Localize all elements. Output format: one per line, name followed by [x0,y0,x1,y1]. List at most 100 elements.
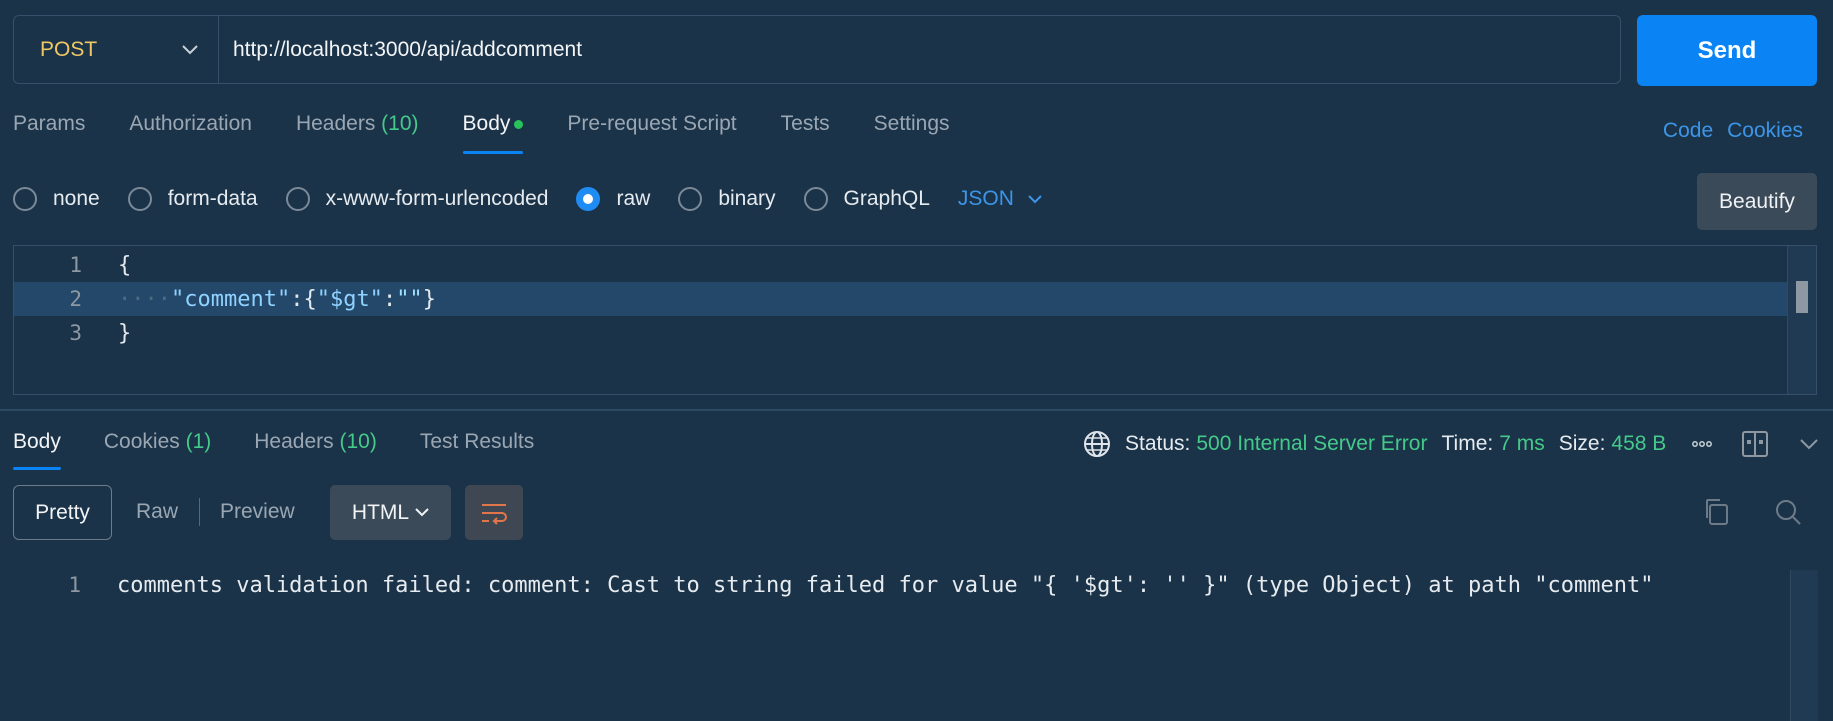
tab-authorization[interactable]: Authorization [129,112,252,154]
tab-headers[interactable]: Headers (10) [296,112,419,154]
tab-label: Authorization [129,112,252,135]
code-text: ····"comment":{"$gt":""} [118,287,436,312]
tab-tests[interactable]: Tests [781,112,830,154]
format-label: HTML [351,500,410,524]
pane-divider[interactable] [0,409,1833,411]
request-body-editor[interactable]: 1 { 2 ····"comment":{"$gt":""} 3 } [13,245,1817,395]
request-url-bar: POST http://localhost:3000/api/addcommen… [13,15,1621,84]
copy-icon[interactable] [1703,498,1729,526]
tab-params[interactable]: Params [13,112,85,154]
method-select[interactable]: POST [14,16,219,83]
editor-line: 3 } [14,316,1789,350]
tab-label: Test Results [419,430,535,453]
response-tab-headers[interactable]: Headers (10) [254,430,377,470]
wrap-lines-button[interactable] [465,485,523,540]
view-preview-button[interactable]: Preview [220,500,295,524]
radio-none[interactable]: none [13,187,100,211]
code-link[interactable]: Code [1663,119,1713,143]
code-text: } [118,320,132,346]
response-format-select[interactable]: HTML [330,485,451,540]
line-number: 1 [68,573,81,597]
chevron-down-icon [1028,194,1042,203]
json-key: "$gt" [316,286,383,312]
editor-line: 1 { [14,248,1789,282]
response-scrollbar[interactable] [1790,570,1818,721]
radio-label: form-data [167,187,258,210]
response-tabs: Body Cookies (1) Headers (10) Test Resul… [13,430,577,470]
size-value[interactable]: 458 B [1611,432,1666,456]
tab-pre-request-script[interactable]: Pre-request Script [567,112,736,154]
json-punct: } [422,286,436,312]
collapse-chevron-icon[interactable] [1800,438,1819,450]
radio-label: x-www-form-urlencoded [325,187,549,210]
radio-label: none [53,187,100,210]
response-tab-test-results[interactable]: Test Results [420,430,534,470]
radio-circle-icon [127,187,152,211]
editor-scrollbar[interactable] [1787,246,1816,394]
status-value[interactable]: 500 Internal Server Error [1196,432,1427,456]
tab-label: Settings [873,112,950,135]
beautify-button[interactable]: Beautify [1697,173,1817,230]
tab-label: Headers [254,430,334,453]
radio-raw[interactable]: raw [576,187,650,211]
line-number: 2 [69,287,82,311]
json-punct: :{ [290,286,317,312]
code-text: { [118,252,132,278]
globe-icon[interactable] [1083,430,1111,458]
view-divider [199,498,200,526]
tab-label: Tests [780,112,830,135]
response-status-bar: Status: 500 Internal Server Error Time: … [1083,430,1819,458]
radio-selected-icon [576,187,601,211]
radio-form-data[interactable]: form-data [127,187,258,211]
size-label: Size: [1558,432,1606,455]
json-key: "comment" [170,286,291,312]
view-pretty-button[interactable]: Pretty [13,485,112,540]
view-raw-button[interactable]: Raw [136,500,178,524]
time-value[interactable]: 7 ms [1499,432,1545,456]
modified-dot-icon [514,119,524,129]
right-links: Code Cookies [1663,119,1803,143]
tab-count: (10) [339,430,377,453]
url-input[interactable]: http://localhost:3000/api/addcomment [219,38,582,62]
json-value: "" [396,286,423,312]
format-label: JSON [957,187,1014,210]
radio-circle-icon [803,187,828,211]
radio-label: GraphQL [843,187,930,210]
search-icon[interactable] [1774,498,1802,526]
scrollbar-thumb[interactable] [1796,281,1808,313]
json-punct: : [382,286,397,312]
editor-line-active: 2 ····"comment":{"$gt":""} [14,282,1789,316]
tab-label: Cookies [103,430,180,453]
tab-count: (1) [185,430,212,453]
response-tab-cookies[interactable]: Cookies (1) [104,430,211,470]
cookies-link[interactable]: Cookies [1727,119,1803,143]
body-type-options: none form-data x-www-form-urlencoded raw… [13,187,1042,211]
radio-graphql[interactable]: GraphQL [803,187,930,211]
tab-count: (10) [381,112,419,135]
format-select[interactable]: JSON [958,187,1042,211]
radio-urlencoded[interactable]: x-www-form-urlencoded [285,187,549,211]
line-number: 1 [69,253,82,277]
tab-label: Body [13,430,61,453]
status-label: Status: [1125,432,1191,455]
tab-body[interactable]: Body [462,112,524,154]
more-options-icon[interactable] [1692,441,1713,447]
radio-circle-icon [285,187,310,211]
radio-circle-icon [13,187,37,211]
response-text: comments validation failed: comment: Cas… [117,573,1654,598]
method-label: POST [40,37,98,61]
response-tab-body[interactable]: Body [13,430,61,470]
radio-label: raw [616,187,651,210]
tab-settings[interactable]: Settings [874,112,950,154]
response-body-line: 1 comments validation failed: comment: C… [13,573,1653,598]
wrap-lines-icon [482,503,507,525]
radio-label: binary [718,187,776,210]
request-tabs: Params Authorization Headers (10) Body P… [13,112,994,154]
radio-circle-icon [678,187,703,211]
layout-toggle-icon[interactable] [1742,431,1769,457]
tab-label: Pre-request Script [567,112,737,135]
chevron-down-icon [182,44,198,54]
send-button[interactable]: Send [1637,15,1817,86]
tab-label: Body [462,112,511,135]
radio-binary[interactable]: binary [678,187,776,211]
